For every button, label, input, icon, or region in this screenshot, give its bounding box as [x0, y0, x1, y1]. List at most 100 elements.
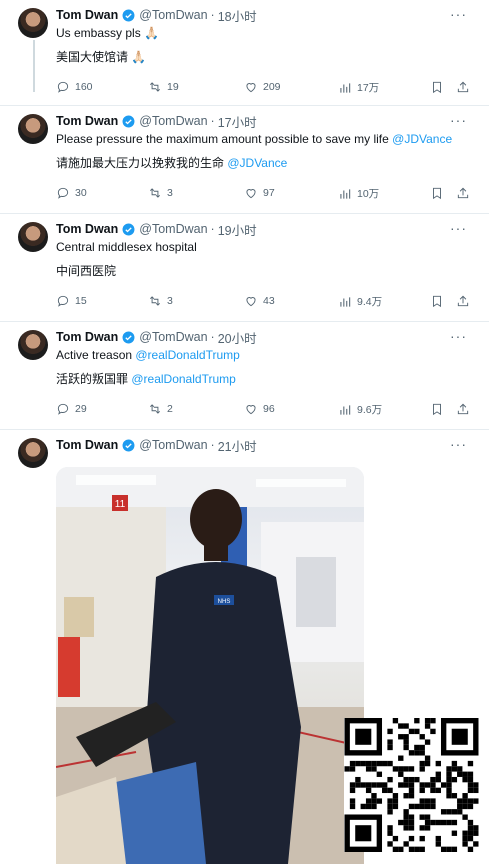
like-button[interactable]: 209 [244, 80, 281, 94]
handle[interactable]: @TomDwan [139, 222, 207, 236]
bookmark-icon [433, 187, 441, 200]
replies-count: 160 [75, 81, 93, 93]
retweets-count: 3 [167, 187, 173, 199]
tweet-text: Active treason [56, 348, 136, 362]
avatar[interactable] [18, 114, 48, 144]
more-options-icon[interactable]: ··· [450, 328, 467, 344]
timestamp[interactable]: 18小时 [218, 6, 257, 25]
more-options-icon[interactable]: ··· [450, 220, 467, 236]
like-icon [246, 83, 256, 93]
retweet-icon [150, 404, 160, 414]
likes-count: 97 [263, 187, 275, 199]
reply-button[interactable]: 15 [56, 294, 87, 308]
retweet-button[interactable]: 2 [148, 402, 173, 416]
reply-icon [57, 187, 69, 199]
likes-count: 209 [263, 81, 281, 93]
mention-link[interactable]: @realDonaldTrump [131, 372, 235, 386]
separator-dot: · [210, 8, 215, 22]
share-button[interactable] [456, 186, 475, 200]
reply-button[interactable]: 160 [56, 80, 93, 94]
replies-count: 30 [75, 187, 87, 199]
like-button[interactable]: 43 [244, 294, 275, 308]
bookmark-icon [433, 295, 441, 308]
views-icon [340, 82, 351, 93]
avatar[interactable] [18, 330, 48, 360]
reply-button[interactable]: 30 [56, 186, 87, 200]
bookmark-button[interactable] [430, 186, 449, 200]
more-options-icon[interactable]: ··· [450, 6, 467, 22]
handle[interactable]: @TomDwan [139, 114, 207, 128]
views-button[interactable]: 9.4万 [338, 294, 382, 309]
tweet-text: 请施加最大压力以挽救我的生命 [56, 156, 228, 170]
share-button[interactable] [456, 294, 475, 308]
bookmark-button[interactable] [430, 402, 449, 416]
display-name[interactable]: Tom Dwan [56, 222, 118, 236]
views-icon [340, 404, 351, 415]
retweet-icon [150, 296, 160, 306]
bookmark-icon [433, 403, 441, 416]
tweet[interactable]: Tom Dwan @TomDwan · 19小时 ··· Central mid… [0, 214, 489, 322]
share-button[interactable] [456, 80, 475, 94]
action-bar: 15 3 43 9.4万 [56, 294, 476, 312]
timeline: Tom Dwan @TomDwan · 18小时 ··· Us embassy … [0, 0, 489, 864]
retweet-button[interactable]: 19 [148, 80, 179, 94]
action-bar: 30 3 97 10万 [56, 186, 476, 204]
retweets-count: 19 [167, 81, 179, 93]
timestamp[interactable]: 17小时 [218, 112, 257, 131]
verified-badge-icon [122, 223, 135, 235]
timestamp[interactable]: 20小时 [218, 328, 257, 347]
like-button[interactable]: 96 [244, 402, 275, 416]
mention-link[interactable]: @JDVance [392, 132, 452, 146]
display-name[interactable]: Tom Dwan [56, 114, 118, 128]
tweet-header: Tom Dwan @TomDwan · 19小时 [56, 220, 257, 238]
tweet-text: Please pressure the maximum amount possi… [56, 132, 393, 146]
like-button[interactable]: 97 [244, 186, 275, 200]
tweet-text-line: 请施加最大压力以挽救我的生命 @JDVance [56, 154, 287, 171]
like-icon [246, 189, 256, 199]
views-count: 17万 [357, 82, 380, 94]
tweet[interactable]: Tom Dwan @TomDwan · 18小时 ··· Us embassy … [0, 0, 489, 106]
avatar[interactable] [18, 222, 48, 252]
display-name[interactable]: Tom Dwan [56, 330, 118, 344]
more-options-icon[interactable]: ··· [450, 436, 467, 452]
bookmark-icon [433, 81, 441, 94]
tweet[interactable]: Tom Dwan @TomDwan · 20小时 ··· Active trea… [0, 322, 489, 430]
likes-count: 96 [263, 403, 275, 415]
verified-badge-icon [122, 439, 135, 451]
mention-link[interactable]: @realDonaldTrump [135, 348, 239, 362]
views-button[interactable]: 10万 [338, 186, 379, 201]
views-button[interactable]: 9.6万 [338, 402, 382, 417]
tweet-text-line: Us embassy pls 🙏🏻 [56, 26, 159, 40]
like-icon [246, 297, 256, 307]
display-name[interactable]: Tom Dwan [56, 8, 118, 22]
tweet[interactable]: Tom Dwan @TomDwan · 17小时 ··· Please pres… [0, 106, 489, 214]
handle[interactable]: @TomDwan [139, 438, 207, 452]
avatar[interactable] [18, 438, 48, 468]
display-name[interactable]: Tom Dwan [56, 438, 118, 452]
tweet-header: Tom Dwan @TomDwan · 17小时 [56, 112, 257, 130]
timestamp[interactable]: 19小时 [218, 220, 257, 239]
handle[interactable]: @TomDwan [139, 8, 207, 22]
share-button[interactable] [456, 402, 475, 416]
tweet-text: 活跃的叛国罪 [56, 372, 132, 386]
nhs-badge: NHS [218, 599, 231, 605]
views-button[interactable]: 17万 [338, 80, 379, 95]
bookmark-button[interactable] [430, 294, 449, 308]
separator-dot: · [210, 222, 215, 236]
mention-link[interactable]: @JDVance [227, 156, 287, 170]
retweet-icon [150, 82, 160, 92]
retweet-button[interactable]: 3 [148, 186, 173, 200]
views-icon [340, 296, 351, 307]
retweet-button[interactable]: 3 [148, 294, 173, 308]
qr-code [344, 718, 479, 852]
timestamp[interactable]: 21小时 [218, 436, 257, 455]
tweet-media-photo[interactable]: 11 NHS [56, 467, 364, 864]
reply-button[interactable]: 29 [56, 402, 87, 416]
avatar[interactable] [18, 8, 48, 38]
bookmark-button[interactable] [430, 80, 449, 94]
handle[interactable]: @TomDwan [139, 330, 207, 344]
action-bar: 160 19 209 17万 [56, 80, 476, 98]
hospital-scene-illustration: 11 NHS [56, 467, 364, 864]
more-options-icon[interactable]: ··· [450, 112, 467, 128]
share-icon [457, 295, 469, 307]
